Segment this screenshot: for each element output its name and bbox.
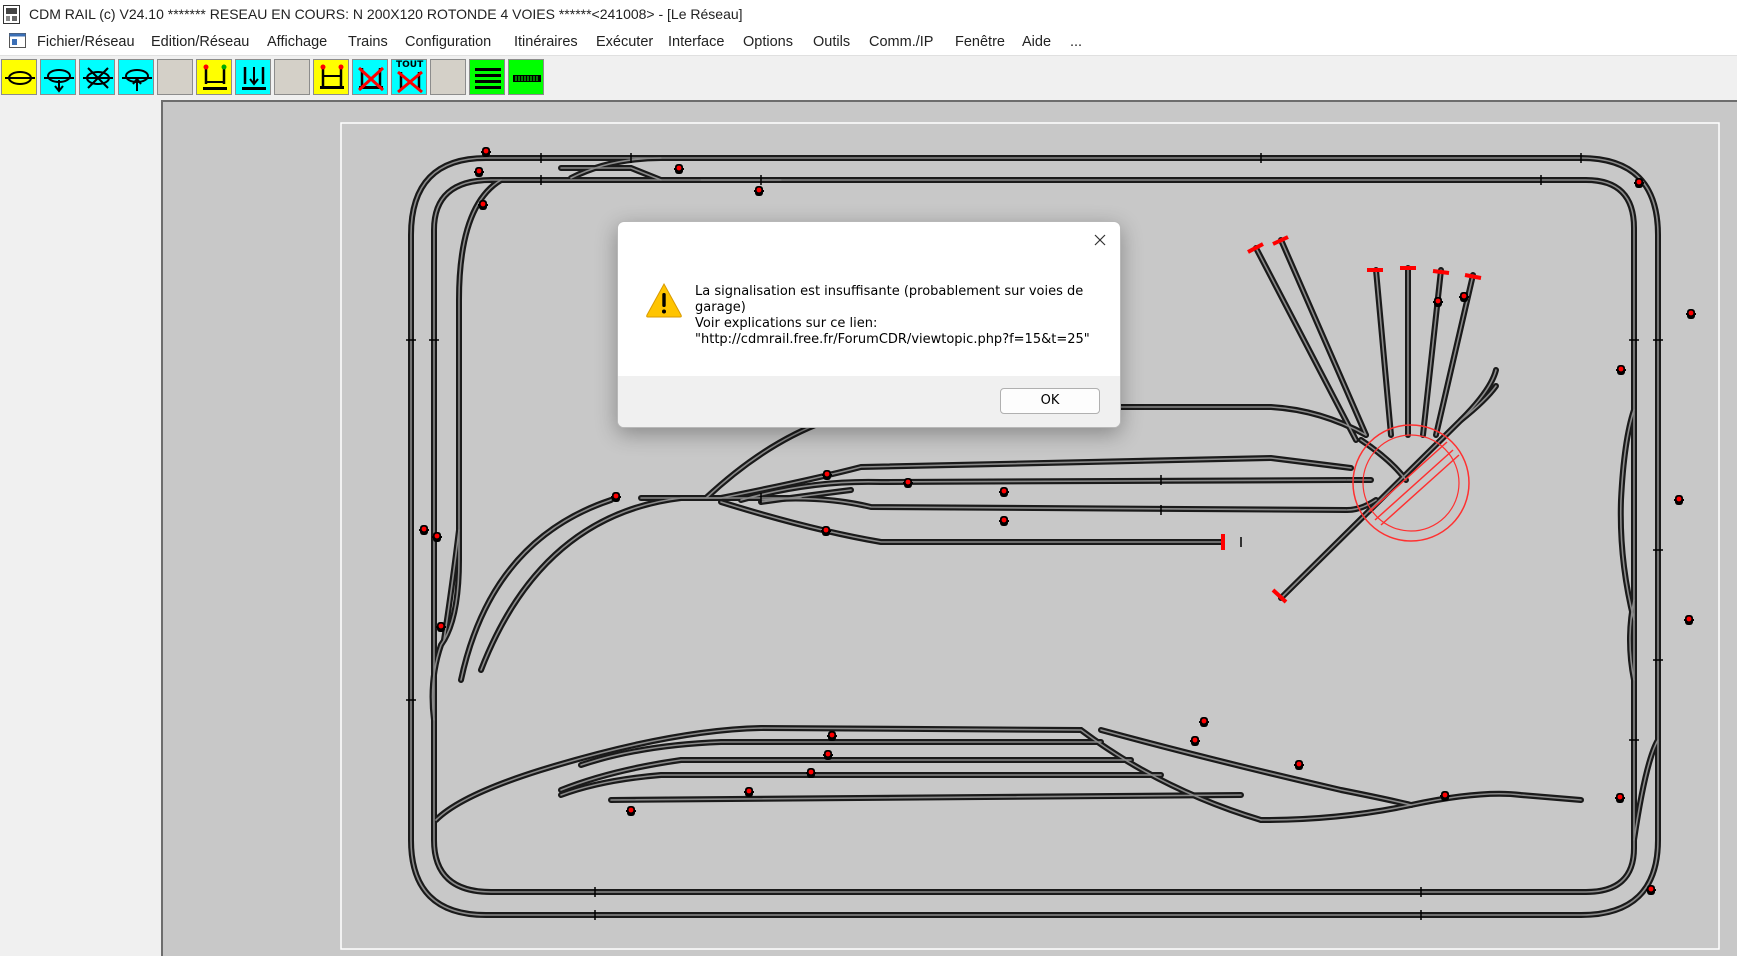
menu-comm-ip[interactable]: Comm./IP xyxy=(869,34,933,50)
dialog-message-line-4: "http://cdmrail.free.fr/ForumCDR/viewtop… xyxy=(695,332,1090,347)
tool-empty-button-1[interactable] xyxy=(157,59,193,95)
left-panel xyxy=(0,100,161,956)
track-icon xyxy=(513,75,541,82)
title-bar: CDM RAIL (c) V24.10 ******* RESEAU EN CO… xyxy=(0,0,1737,30)
station-icon xyxy=(203,64,227,90)
loop-up-icon xyxy=(122,69,152,91)
window-title: CDM RAIL (c) V24.10 ******* RESEAU EN CO… xyxy=(29,6,743,22)
menu-aide[interactable]: Aide xyxy=(1022,34,1051,50)
menu-fenetre[interactable]: Fenêtre xyxy=(955,34,1005,50)
menu-options[interactable]: Options xyxy=(743,34,793,50)
tool-track-button[interactable] xyxy=(508,59,544,95)
menu-itineraires[interactable]: Itinéraires xyxy=(514,34,578,50)
menu-edition-reseau[interactable]: Edition/Réseau xyxy=(151,34,249,50)
dialog-message-line-1: La signalisation est insuffisante (proba… xyxy=(695,284,1084,299)
loop-down-icon xyxy=(44,69,74,93)
loop-cancel-icon xyxy=(83,67,113,89)
close-icon[interactable] xyxy=(1088,228,1112,252)
menu-executer[interactable]: Exécuter xyxy=(596,34,653,50)
dialog-message-line-3: Voir explications sur ce lien: xyxy=(695,316,878,331)
block-cancel-icon xyxy=(357,66,385,92)
tool-station-down-button[interactable] xyxy=(235,59,271,95)
tool-loop-down-button[interactable] xyxy=(40,59,76,95)
tool-block-cancel-button[interactable] xyxy=(352,59,388,95)
station-down-icon xyxy=(242,67,266,90)
menu-trains[interactable]: Trains xyxy=(348,34,388,50)
menu-interface[interactable]: Interface xyxy=(668,34,724,50)
tool-block-button[interactable] xyxy=(313,59,349,95)
loop-icon xyxy=(5,71,35,85)
mdi-document-icon[interactable] xyxy=(9,33,26,48)
tool-empty-button-2[interactable] xyxy=(274,59,310,95)
tool-loop-button[interactable] xyxy=(1,59,37,95)
menu-more[interactable]: ... xyxy=(1070,34,1082,50)
menu-configuration[interactable]: Configuration xyxy=(405,34,491,50)
dialog-message-line-2: garage) xyxy=(695,300,746,315)
warning-icon xyxy=(646,282,682,318)
menu-outils[interactable]: Outils xyxy=(813,34,850,50)
block-icon xyxy=(320,64,344,89)
tool-empty-button-3[interactable] xyxy=(430,59,466,95)
tool-loop-cancel-button[interactable] xyxy=(79,59,115,95)
tool-lines-button[interactable] xyxy=(469,59,505,95)
ok-button[interactable]: OK xyxy=(1000,388,1100,414)
menu-fichier-reseau[interactable]: Fichier/Réseau xyxy=(37,34,135,50)
tool-tout-cancel-button[interactable]: TOUT xyxy=(391,59,427,95)
menu-affichage[interactable]: Affichage xyxy=(267,34,327,50)
tout-label: TOUT xyxy=(396,60,424,70)
lines-icon xyxy=(475,68,501,89)
tool-loop-up-button[interactable] xyxy=(118,59,154,95)
dialog-message: La signalisation est insuffisante (proba… xyxy=(695,284,1095,348)
app-icon xyxy=(3,5,20,24)
warning-dialog: La signalisation est insuffisante (proba… xyxy=(617,221,1121,428)
tool-station-button[interactable] xyxy=(196,59,232,95)
